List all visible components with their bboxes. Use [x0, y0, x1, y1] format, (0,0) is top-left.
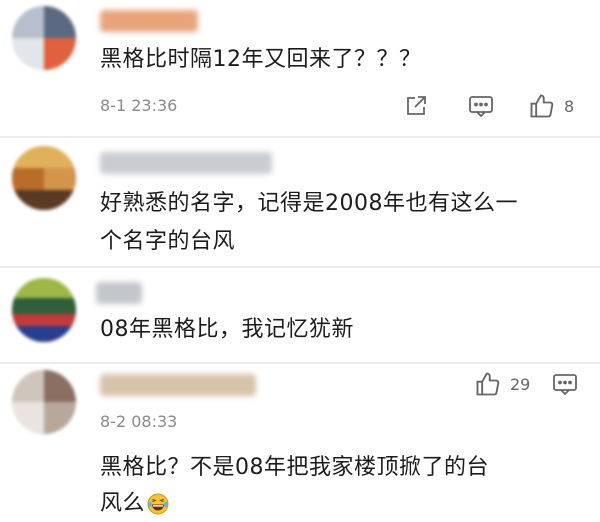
username-blurred[interactable] [100, 10, 198, 32]
avatar[interactable] [12, 146, 76, 210]
share-icon [407, 96, 426, 115]
comment-timestamp: 8-1 23:36 [100, 96, 178, 115]
comment-text: 黑格比时隔12年又回来了？？？ [100, 47, 422, 72]
username-blurred[interactable] [100, 152, 272, 174]
avatar[interactable] [12, 6, 76, 70]
like-button[interactable]: 29 [474, 370, 530, 398]
comment-text-line-2: 风么 [100, 491, 146, 516]
laughing-tears-emoji-icon [147, 493, 169, 515]
thumbs-up-icon [530, 94, 554, 118]
username-blurred[interactable] [96, 282, 142, 304]
avatar[interactable] [12, 278, 76, 342]
username-blurred[interactable] [100, 374, 256, 396]
thumbs-up-icon [476, 372, 500, 396]
like-count: 29 [510, 374, 531, 394]
comment-timestamp: 8-2 08:33 [100, 412, 178, 431]
comment-icon [469, 96, 493, 118]
share-button[interactable] [404, 94, 428, 118]
comment-icon [553, 374, 577, 396]
comment-text-line-2-wrap: 风么 [100, 486, 169, 522]
comment-item: 08年黑格比，我记忆犹新 [0, 268, 600, 362]
comment-text: 08年黑格比，我记忆犹新 [100, 317, 354, 342]
comment-text-line-2: 个名字的台风 [100, 229, 236, 254]
like-button[interactable]: 8 [528, 92, 574, 120]
like-count: 8 [564, 96, 575, 116]
avatar[interactable] [12, 370, 76, 434]
reply-button[interactable] [468, 94, 494, 118]
comment-item: 黑格比时隔12年又回来了？？？ 8-1 23:36 8 [0, 0, 600, 136]
comment-item: 8-2 08:33 29 黑格比？不是08年把我家楼顶掀了的台 风么 [0, 364, 600, 518]
reply-button[interactable] [552, 372, 578, 396]
comment-item: 好熟悉的名字，记得是2008年也有这么一 个名字的台风 [0, 138, 600, 266]
comment-text-line-1: 黑格比？不是08年把我家楼顶掀了的台 [100, 455, 489, 480]
comment-text-line-1: 好熟悉的名字，记得是2008年也有这么一 [100, 191, 518, 216]
